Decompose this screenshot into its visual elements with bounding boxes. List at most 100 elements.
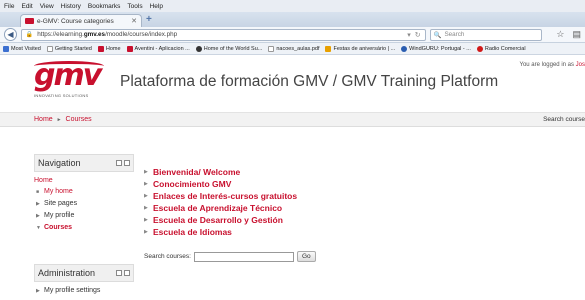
gmv-favicon-icon	[25, 18, 34, 24]
nav-item-label: My profile	[44, 212, 75, 219]
category-item[interactable]: ▶ Enlaces de Interés-cursos gratuitos	[144, 190, 297, 202]
menu-help[interactable]: Help	[150, 3, 163, 10]
tab-title: e-GMV: Course categories	[37, 17, 114, 25]
category-link[interactable]: Bienvenida/ Welcome	[153, 167, 240, 177]
category-item[interactable]: ▶ Escuela de Idiomas	[144, 226, 297, 238]
nav-item-my-profile[interactable]: ▶ My profile	[34, 210, 134, 222]
browser-tab[interactable]: e-GMV: Course categories ✕	[20, 14, 142, 27]
breadcrumb-courses[interactable]: Courses	[66, 116, 92, 123]
category-item[interactable]: ▶ Escuela de Desarrollo y Gestión	[144, 214, 297, 226]
logo-tagline: INNOVATING SOLUTIONS	[34, 93, 89, 98]
category-item[interactable]: ▶ Bienvenida/ Welcome	[144, 166, 297, 178]
dock-icon[interactable]	[116, 270, 122, 276]
expand-arrow-icon: ▶	[36, 213, 40, 219]
nav-item-label: My home	[44, 188, 73, 195]
bookmark-label: WindGURU: Portugal - ...	[409, 45, 471, 52]
administration-block: Administration ▶ My profile settings	[34, 264, 134, 297]
menu-bookmarks[interactable]: Bookmarks	[88, 3, 121, 10]
navigation-title: Navigation	[38, 158, 81, 168]
bookmark-item[interactable]: Festas de aniversário | ...	[325, 45, 396, 52]
category-link[interactable]: Enlaces de Interés-cursos gratuitos	[153, 191, 297, 201]
block-controls	[116, 160, 130, 166]
expand-arrow-icon: ▶	[144, 229, 148, 235]
category-link[interactable]: Escuela de Idiomas	[153, 227, 232, 237]
new-tab-icon[interactable]: +	[146, 14, 152, 25]
dock-icon[interactable]	[116, 160, 122, 166]
login-user-link[interactable]: Jos	[576, 62, 585, 68]
logo-swoosh-icon	[34, 61, 104, 71]
star-icon	[325, 45, 332, 52]
url-bar[interactable]: 🔒 https://elearning.gmv.es/moodle/course…	[20, 28, 426, 41]
category-link[interactable]: Escuela de Desarrollo y Gestión	[153, 215, 283, 225]
collapse-icon[interactable]	[124, 270, 130, 276]
menu-tools[interactable]: Tools	[127, 3, 142, 10]
browser-menu-bar: File Edit View History Bookmarks Tools H…	[0, 0, 585, 12]
administration-title: Administration	[38, 268, 96, 278]
page-header: gmv INNOVATING SOLUTIONS Plataforma de f…	[0, 55, 585, 113]
collapse-icon[interactable]	[124, 160, 130, 166]
expand-arrow-icon: ▶	[144, 169, 148, 175]
bookmark-item[interactable]: Aventini - Aplicacion ...	[126, 45, 190, 52]
close-tab-icon[interactable]: ✕	[131, 17, 137, 25]
bookmarks-toolbar: Most Visited Getting Started Home Aventi…	[0, 43, 585, 55]
bookmark-item[interactable]: Home of the World Su...	[195, 45, 262, 52]
bookmark-item[interactable]: Home	[97, 45, 121, 52]
search-engine-icon[interactable]: 🔍	[434, 31, 442, 39]
back-icon[interactable]: ◀	[4, 28, 17, 41]
admin-item-profile-settings[interactable]: ▶ My profile settings	[34, 285, 134, 297]
nav-item-courses[interactable]: ▼ Courses	[34, 222, 134, 234]
breadcrumb-home[interactable]: Home	[34, 116, 53, 123]
navigation-block-header: Navigation	[34, 154, 134, 172]
bookmark-label: Home	[105, 45, 121, 52]
login-prefix: You are logged in as	[519, 62, 576, 68]
category-link[interactable]: Conocimiento GMV	[153, 179, 231, 189]
page-icon	[268, 45, 275, 52]
bookmarks-menu-icon[interactable]: ▤	[573, 29, 582, 40]
gmv-icon	[126, 45, 133, 52]
breadcrumb-bar: Home ► Courses Search course	[0, 113, 585, 127]
expand-arrow-icon: ▶	[144, 217, 148, 223]
bookmark-label: Most Visited	[11, 45, 41, 52]
url-prefix: https://elearning.	[37, 31, 84, 38]
navigation-block-body: Home ■ My home ▶ Site pages ▶ My profile ▼ C…	[34, 172, 134, 234]
menu-view[interactable]: View	[40, 3, 54, 10]
expand-arrow-icon: ▶	[144, 181, 148, 187]
browser-tab-bar: e-GMV: Course categories ✕ +	[0, 12, 585, 27]
search-courses-input[interactable]	[193, 251, 294, 262]
gmv-logo[interactable]: gmv INNOVATING SOLUTIONS	[34, 61, 104, 105]
url-domain: gmv.es	[83, 31, 106, 38]
administration-block-header: Administration	[34, 264, 134, 282]
bookmark-item[interactable]: Radio Comercial	[476, 45, 526, 52]
menu-file[interactable]: File	[4, 3, 14, 10]
bookmark-item[interactable]: Most Visited	[3, 45, 41, 52]
nav-item-site-pages[interactable]: ▶ Site pages	[34, 198, 134, 210]
bookmark-label: Festas de aniversário | ...	[333, 45, 396, 52]
reload-icon[interactable]: ↻	[415, 31, 421, 39]
url-path: /moodle/course/index.php	[105, 31, 178, 38]
nav-item-my-home[interactable]: ■ My home	[34, 186, 134, 198]
star-icon	[3, 45, 9, 52]
bookmark-label: nacoes_aulas.pdf	[276, 45, 320, 52]
bookmark-label: Getting Started	[54, 45, 92, 52]
bookmark-item[interactable]: WindGURU: Portugal - ...	[401, 45, 471, 52]
course-category-list: ▶ Bienvenida/ Welcome ▶ Conocimiento GMV ▶…	[144, 166, 297, 238]
gmv-icon	[97, 45, 104, 52]
nav-item-label: Site pages	[44, 200, 78, 207]
bullet-icon: ■	[36, 189, 40, 195]
toolbar-icons: ☆ ▤	[556, 29, 581, 40]
category-item[interactable]: ▶ Conocimiento GMV	[144, 178, 297, 190]
menu-edit[interactable]: Edit	[21, 3, 32, 10]
nav-home-link[interactable]: Home	[34, 175, 134, 186]
browser-search-field[interactable]: 🔍 Search	[429, 28, 543, 41]
bookmark-star-icon[interactable]: ☆	[556, 29, 564, 40]
go-button[interactable]: Go	[296, 251, 316, 262]
menu-history[interactable]: History	[61, 3, 81, 10]
bookmark-item[interactable]: Getting Started	[46, 45, 92, 52]
category-item[interactable]: ▶ Escuela de Aprendizaje Técnico	[144, 202, 297, 214]
category-link[interactable]: Escuela de Aprendizaje Técnico	[153, 203, 282, 213]
dropdown-icon[interactable]: ▾	[407, 31, 411, 39]
bookmark-item[interactable]: nacoes_aulas.pdf	[268, 45, 320, 52]
lock-icon[interactable]: 🔒	[26, 31, 33, 38]
admin-item-label: My profile settings	[44, 287, 101, 294]
bookmark-label: Radio Comercial	[484, 45, 526, 52]
